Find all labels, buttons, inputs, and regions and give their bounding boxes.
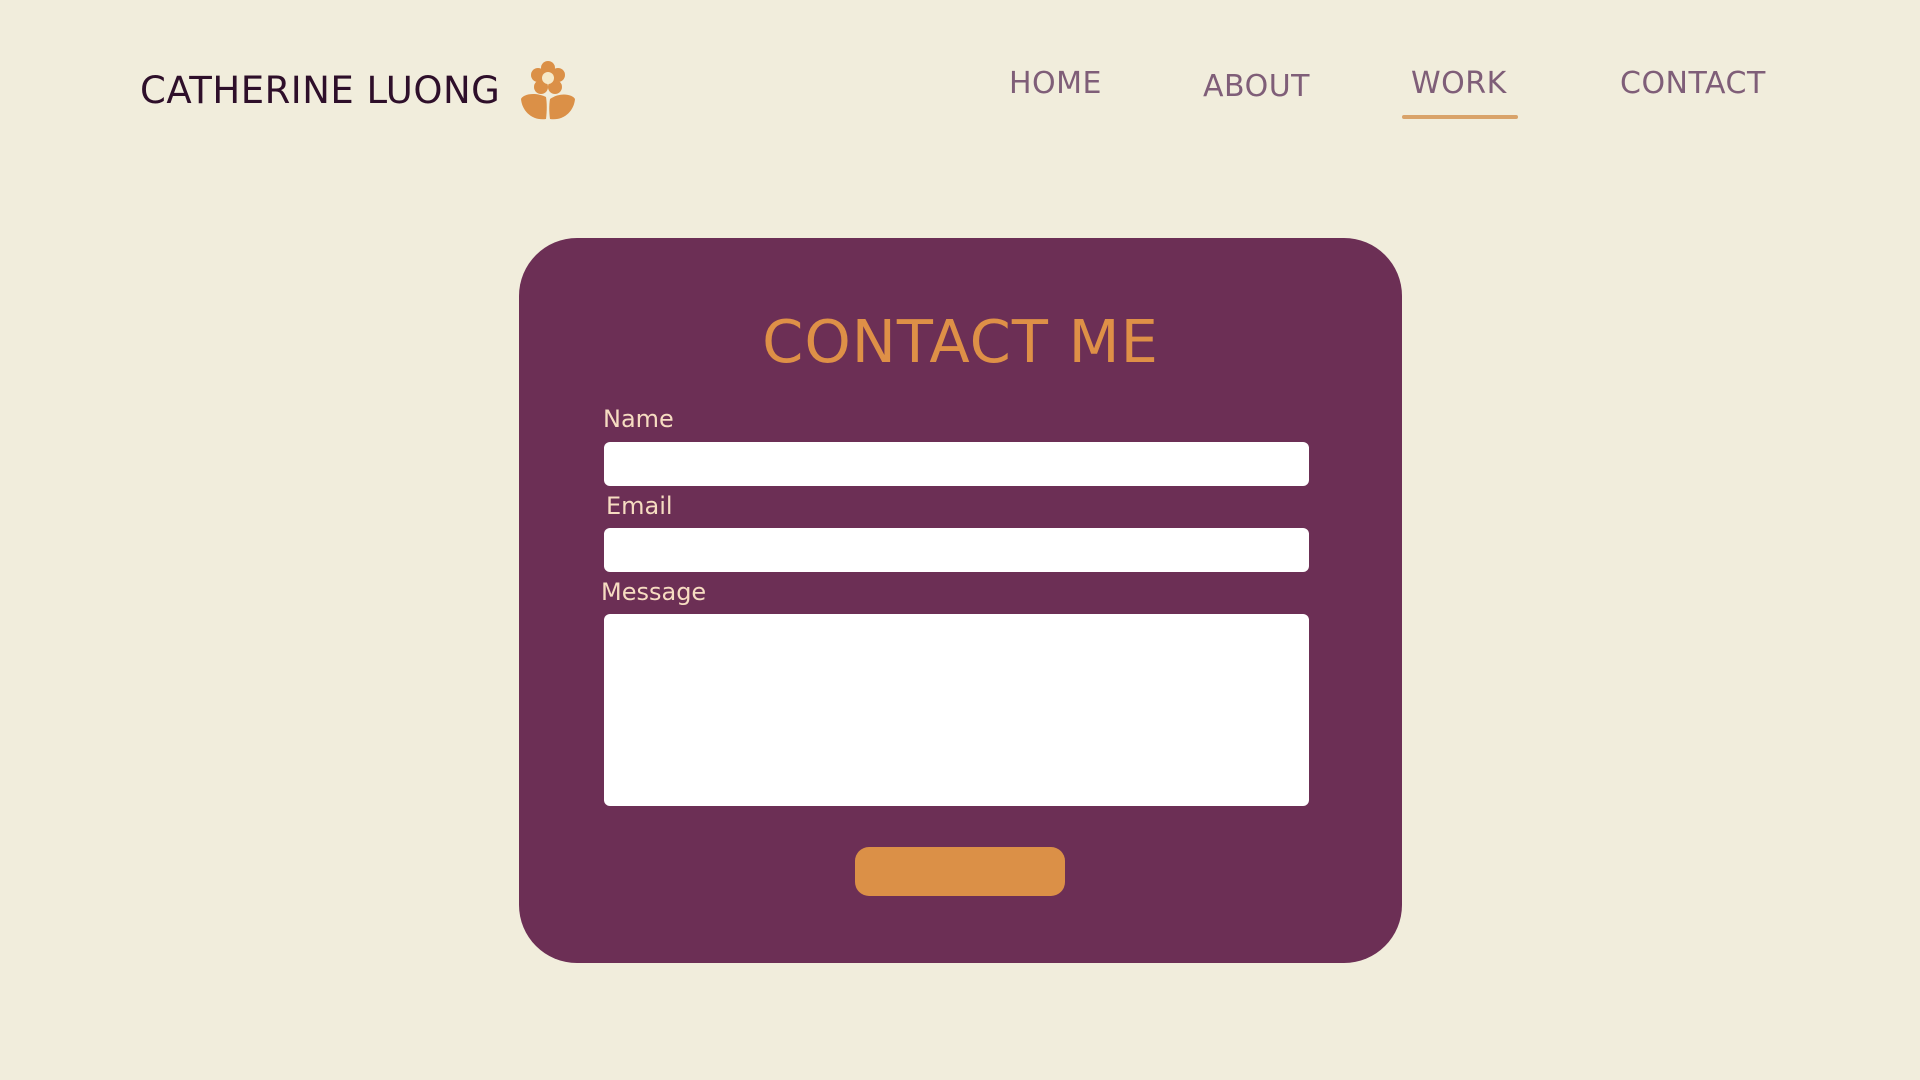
contact-card: CONTACT ME Name Email Message <box>519 238 1402 963</box>
email-field[interactable] <box>604 528 1309 572</box>
main-nav: HOME ABOUT WORK CONTACT <box>0 66 1920 126</box>
message-label: Message <box>601 578 707 606</box>
nav-home-link[interactable]: HOME <box>1009 66 1102 101</box>
name-field[interactable] <box>604 442 1309 486</box>
nav-contact-link[interactable]: CONTACT <box>1620 66 1766 101</box>
active-nav-indicator <box>1402 115 1518 119</box>
nav-about-link[interactable]: ABOUT <box>1203 69 1310 104</box>
email-label: Email <box>606 492 673 520</box>
contact-title: CONTACT ME <box>762 307 1159 376</box>
message-field[interactable] <box>604 614 1309 806</box>
submit-button[interactable] <box>855 847 1065 896</box>
nav-work-link[interactable]: WORK <box>1411 66 1507 101</box>
name-label: Name <box>603 405 674 433</box>
